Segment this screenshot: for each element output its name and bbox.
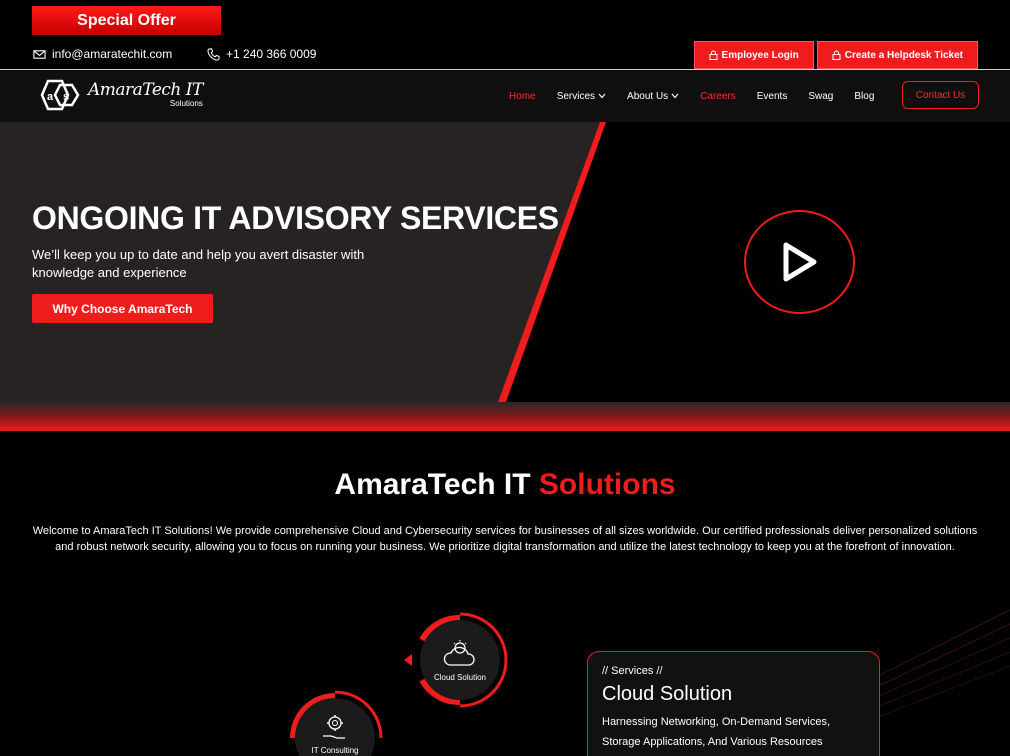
- hero-section: ONGOING IT ADVISORY SERVICES We’ll keep …: [0, 122, 1010, 402]
- top-bar: Special Offer info@amaratechit.com +1 24…: [0, 0, 1010, 70]
- nav-item-blog[interactable]: Blog: [854, 91, 874, 102]
- email-link[interactable]: info@amaratechit.com: [33, 47, 172, 61]
- helpdesk-ticket-button[interactable]: Create a Helpdesk Ticket: [816, 41, 978, 69]
- nav-label: Services: [556, 90, 596, 102]
- contact-us-button[interactable]: Contact Us: [902, 81, 979, 109]
- nav-item-services[interactable]: Services: [557, 91, 606, 102]
- top-links: Employee Login Create a Helpdesk Ticket: [693, 41, 978, 69]
- play-video-button[interactable]: [744, 210, 855, 314]
- mail-icon: [33, 49, 46, 59]
- hero-divider-band: [0, 402, 1010, 431]
- service-title: Cloud Solution: [602, 683, 733, 705]
- nav-label: Home: [509, 90, 536, 102]
- service-description: Harnessing Networking, On-Demand Service…: [602, 716, 831, 748]
- service-label: IT Consulting: [311, 746, 359, 755]
- phone-link[interactable]: +1 240 366 0009: [207, 47, 316, 61]
- nav-label: Careers: [700, 90, 736, 102]
- intro-paragraph: Welcome to AmaraTech IT Solutions! We pr…: [32, 525, 978, 553]
- nav-label: Swag: [808, 90, 834, 102]
- nav-item-careers[interactable]: Careers: [700, 91, 736, 102]
- lock-icon: [832, 50, 841, 60]
- circle-body: Cloud Solution: [420, 620, 500, 700]
- employee-login-label: Employee Login: [721, 49, 799, 61]
- nav-item-swag[interactable]: Swag: [808, 91, 833, 102]
- logo-subtitle: Solutions: [169, 99, 203, 108]
- employee-login-button[interactable]: Employee Login: [693, 41, 814, 69]
- chevron-down-icon: [598, 93, 606, 99]
- service-tag: // Services //: [602, 665, 663, 677]
- hero-title: ONGOING IT ADVISORY SERVICES: [32, 200, 559, 236]
- logo-mark-icon: a s: [40, 79, 80, 111]
- logo-name: AmaraTech IT: [88, 80, 203, 100]
- logo[interactable]: a s AmaraTech IT Solutions: [38, 79, 203, 111]
- play-icon: [783, 242, 816, 282]
- phone-text: +1 240 366 0009: [226, 47, 317, 61]
- decorative-lines: [870, 609, 1010, 721]
- service-label: Cloud Solution: [433, 672, 487, 682]
- title-accent: Solutions: [538, 468, 676, 501]
- hero-subtitle: We’ll keep you up to date and help you a…: [32, 247, 365, 280]
- nav-item-home[interactable]: Home: [509, 91, 536, 102]
- gear-hand-icon: [323, 715, 345, 739]
- section-title: AmaraTech IT Solutions: [0, 468, 1010, 502]
- lock-icon: [709, 50, 718, 60]
- email-text: info@amaratechit.com: [52, 47, 173, 61]
- special-offer-button[interactable]: Special Offer: [32, 6, 221, 35]
- chevron-down-icon: [671, 93, 679, 99]
- service-circle-cloud[interactable]: Cloud Solution: [404, 612, 508, 708]
- phone-icon: [207, 47, 220, 61]
- helpdesk-ticket-label: Create a Helpdesk Ticket: [844, 49, 963, 61]
- main-nav: a s AmaraTech IT Solutions Home Services…: [0, 70, 1010, 122]
- nav-menu: Home Services About Us Careers Events Sw…: [509, 70, 895, 122]
- svg-text:s: s: [63, 91, 69, 103]
- service-card[interactable]: // Services // Cloud Solution Harnessing…: [587, 651, 880, 756]
- svg-text:a: a: [47, 91, 54, 103]
- nav-label: Blog: [854, 90, 875, 102]
- service-circle-it-consulting[interactable]: IT Consulting: [287, 690, 383, 756]
- nav-label: Events: [756, 90, 788, 102]
- why-choose-button[interactable]: Why Choose AmaraTech: [32, 294, 213, 323]
- cloud-bulb-icon: [443, 639, 475, 666]
- nav-item-about-us[interactable]: About Us: [627, 91, 679, 102]
- nav-item-events[interactable]: Events: [757, 91, 788, 102]
- title-main: AmaraTech IT: [334, 468, 539, 501]
- nav-label: About Us: [627, 90, 669, 102]
